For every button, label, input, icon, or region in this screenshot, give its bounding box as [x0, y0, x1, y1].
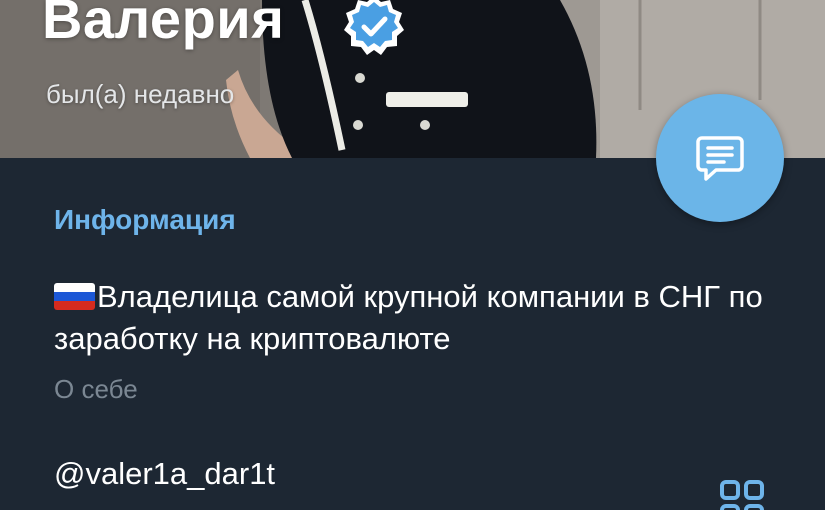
russia-flag-icon — [54, 283, 95, 310]
info-section-title: Информация — [54, 204, 236, 235]
send-message-button[interactable] — [656, 94, 784, 222]
profile-name: Валерия — [42, 0, 285, 50]
verified-badge-icon — [342, 0, 406, 58]
last-seen-status: был(а) недавно — [46, 79, 235, 109]
bio-text: Владелица самой крупной компании в СНГ п… — [54, 279, 763, 356]
bio-label: О себе — [54, 374, 138, 404]
qr-code-button[interactable] — [716, 476, 770, 510]
profile-screen: Валерия был(а) недавно Информация Владел… — [0, 0, 825, 510]
message-icon — [696, 136, 744, 181]
username-field[interactable]: @valer1a_dar1t — [54, 456, 275, 492]
qr-code-icon — [720, 480, 764, 510]
bio-field[interactable]: Владелица самой крупной компании в СНГ п… — [54, 276, 774, 360]
